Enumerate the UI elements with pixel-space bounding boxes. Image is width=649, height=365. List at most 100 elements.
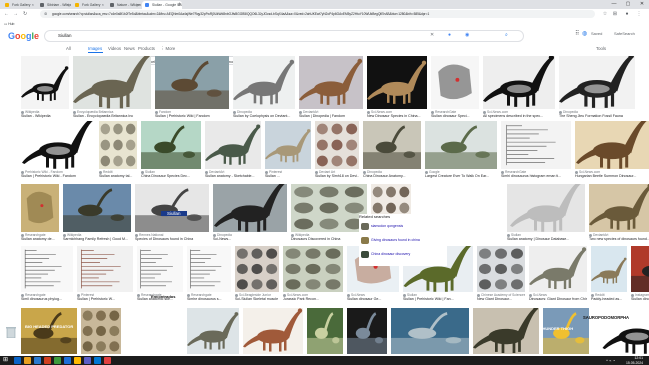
image-result-thumbnail[interactable] bbox=[135, 184, 209, 232]
result-title[interactable]: The Sheng Jieu Formation Fossil Fauna bbox=[559, 114, 635, 118]
result-title[interactable]: Siullan - Wikipedia bbox=[21, 114, 69, 118]
result-title[interactable]: Siullan dinosaur Ge... bbox=[347, 297, 399, 301]
image-result-thumbnail[interactable] bbox=[213, 184, 287, 232]
result-title[interactable]: Siullan - Encyclopaedia Britannica Inc bbox=[73, 114, 151, 118]
browser-tab[interactable]: Siullan - Google Search× bbox=[142, 1, 182, 9]
result-title[interactable]: Siullan by Coelophysis on Deviant... bbox=[233, 114, 295, 118]
image-result-thumbnail[interactable] bbox=[631, 246, 649, 292]
result-title[interactable]: Sci-Siullan Skeletal muscle mm... bbox=[235, 297, 279, 301]
image-result-thumbnail[interactable] bbox=[477, 246, 525, 292]
image-result-thumbnail[interactable] bbox=[591, 246, 627, 292]
image-result-thumbnail[interactable] bbox=[187, 308, 239, 354]
folder-icon[interactable] bbox=[74, 357, 81, 364]
result-title[interactable]: Siullan | Prehistoric Wiki - Fandom bbox=[21, 174, 95, 178]
result-title[interactable]: Paddy-headed as... bbox=[591, 297, 627, 301]
result-title[interactable]: Hungarian Beetle Summon Dinosaur... bbox=[575, 174, 649, 178]
recycle-bin-icon[interactable] bbox=[6, 325, 16, 339]
extensions-icon[interactable]: ⊞ bbox=[612, 11, 618, 17]
result-title[interactable]: Dinosaurs: Giant Dinosaur from Chin... bbox=[529, 297, 587, 301]
result-title[interactable]: China Dinosaur Species Dec... bbox=[141, 174, 201, 178]
image-result-thumbnail[interactable] bbox=[483, 56, 555, 109]
forward-icon[interactable]: → bbox=[13, 10, 18, 19]
image-result-thumbnail[interactable] bbox=[473, 308, 539, 354]
image-result-thumbnail[interactable] bbox=[125, 308, 183, 354]
result-title[interactable]: Largest Creature Ever To Walk On Ear... bbox=[425, 174, 497, 178]
image-result-thumbnail[interactable] bbox=[21, 184, 59, 232]
store-icon[interactable] bbox=[34, 357, 41, 364]
start-icon[interactable]: ⊞ bbox=[3, 357, 8, 364]
chrome-menu-icon[interactable]: ⋮ bbox=[636, 11, 642, 17]
image-result-thumbnail[interactable] bbox=[315, 121, 359, 169]
result-title[interactable]: New Giant Dinosaur... bbox=[477, 297, 525, 301]
file-explorer-icon[interactable] bbox=[24, 357, 31, 364]
image-result-thumbnail[interactable] bbox=[155, 56, 229, 109]
image-result-thumbnail[interactable] bbox=[347, 308, 387, 354]
image-result-thumbnail[interactable] bbox=[507, 184, 585, 232]
result-title[interactable]: Siullan anatomy de... bbox=[21, 237, 59, 241]
image-result-thumbnail[interactable] bbox=[233, 56, 295, 109]
result-title[interactable]: Jurassic Park Recon... bbox=[283, 297, 343, 301]
image-result-thumbnail[interactable] bbox=[187, 246, 231, 292]
image-result-thumbnail[interactable] bbox=[21, 56, 69, 109]
result-title[interactable]: Simhi dinosaurus histogram eman ti... bbox=[501, 174, 571, 178]
outlook-icon[interactable] bbox=[94, 357, 101, 364]
result-title[interactable]: Siullan dinosaur | Instagram... bbox=[631, 297, 649, 301]
profile-icon[interactable]: ● bbox=[624, 11, 630, 17]
result-title[interactable]: Siullan | Prehistoric W... bbox=[77, 297, 133, 301]
close-tab-icon[interactable]: × bbox=[102, 1, 104, 9]
related-search-item[interactable]: siamodon qongensis bbox=[359, 222, 445, 231]
close-tab-icon[interactable]: × bbox=[32, 1, 34, 9]
image-result-thumbnail[interactable] bbox=[291, 184, 367, 232]
image-result-thumbnail[interactable] bbox=[73, 56, 151, 109]
result-title[interactable]: Siullan | Prehistoric Wiki | Fandom bbox=[155, 114, 229, 118]
result-title[interactable]: All specimens described in the spec... bbox=[483, 114, 555, 118]
image-result-thumbnail[interactable] bbox=[283, 246, 343, 292]
image-result-thumbnail[interactable] bbox=[63, 184, 131, 232]
image-result-thumbnail[interactable] bbox=[21, 246, 73, 292]
close-tab-icon[interactable]: × bbox=[137, 1, 139, 9]
image-result-thumbnail[interactable] bbox=[589, 184, 649, 232]
image-result-thumbnail[interactable] bbox=[391, 308, 469, 354]
result-title[interactable]: Simil dinosaurus phylog... bbox=[21, 297, 73, 301]
result-title[interactable]: Sarmlchhang Family Refresh | Good M... bbox=[63, 237, 131, 241]
browser-tab[interactable]: Sibiriam - Wikipedia, visiting m…× bbox=[37, 1, 71, 9]
result-title[interactable]: Sci-News... bbox=[213, 237, 287, 241]
bookmark-item[interactable]: Hub bbox=[8, 22, 14, 26]
image-result-thumbnail[interactable] bbox=[265, 121, 311, 169]
image-result-thumbnail[interactable] bbox=[559, 56, 635, 109]
reload-icon[interactable]: ↻ bbox=[23, 10, 27, 19]
image-result-thumbnail[interactable] bbox=[367, 56, 427, 109]
result-title[interactable]: Siullan anatomy - Sketchable... bbox=[205, 174, 261, 178]
image-result-thumbnail[interactable] bbox=[141, 121, 201, 169]
close-window-button[interactable]: ✕ bbox=[635, 0, 649, 9]
image-result-thumbnail[interactable] bbox=[99, 121, 137, 169]
media-icon[interactable] bbox=[104, 357, 111, 364]
result-title[interactable]: Dinosaurs Discovered in China bbox=[291, 237, 367, 241]
maximize-button[interactable]: ▢ bbox=[621, 0, 635, 9]
spotify-icon[interactable] bbox=[54, 357, 61, 364]
image-result-thumbnail[interactable] bbox=[501, 121, 571, 169]
site-info-icon[interactable]: ⊜ bbox=[44, 11, 47, 16]
teams-icon[interactable] bbox=[84, 357, 91, 364]
minimize-button[interactable]: — bbox=[607, 0, 621, 9]
result-title[interactable]: Siullan ... bbox=[265, 174, 311, 178]
result-title[interactable]: Siullan anatomy | Dinosaur Database... bbox=[507, 237, 585, 241]
edge-icon[interactable] bbox=[14, 357, 21, 364]
new-tab-button[interactable]: + bbox=[178, 1, 182, 9]
image-result-thumbnail[interactable] bbox=[205, 121, 261, 169]
image-result-thumbnail[interactable] bbox=[575, 121, 649, 169]
image-result-thumbnail[interactable] bbox=[431, 56, 479, 109]
clock[interactable]: 12:01 15.05.2024 bbox=[626, 356, 643, 365]
result-title[interactable]: Siullan anatomy tal... bbox=[99, 174, 137, 178]
bookmark-star-icon[interactable]: ☆ bbox=[602, 11, 608, 17]
image-result-thumbnail[interactable] bbox=[307, 308, 343, 354]
back-icon[interactable]: ← bbox=[4, 10, 9, 19]
related-search-item[interactable]: Giving dinosaurs found in china bbox=[359, 236, 445, 245]
browser-tab[interactable]: Fork Gallery × bbox=[72, 1, 106, 9]
result-title[interactable]: New Dinosaur Species in China... bbox=[367, 114, 427, 118]
result-title[interactable]: Siullan by Simh18 on Devi... bbox=[315, 174, 359, 178]
image-result-thumbnail[interactable] bbox=[363, 121, 421, 169]
result-title[interactable]: Simhe dinosaurus s... bbox=[187, 297, 231, 301]
result-title[interactable]: Siullan | Dinopedia | Fandom bbox=[299, 114, 363, 118]
office-icon[interactable] bbox=[44, 357, 51, 364]
